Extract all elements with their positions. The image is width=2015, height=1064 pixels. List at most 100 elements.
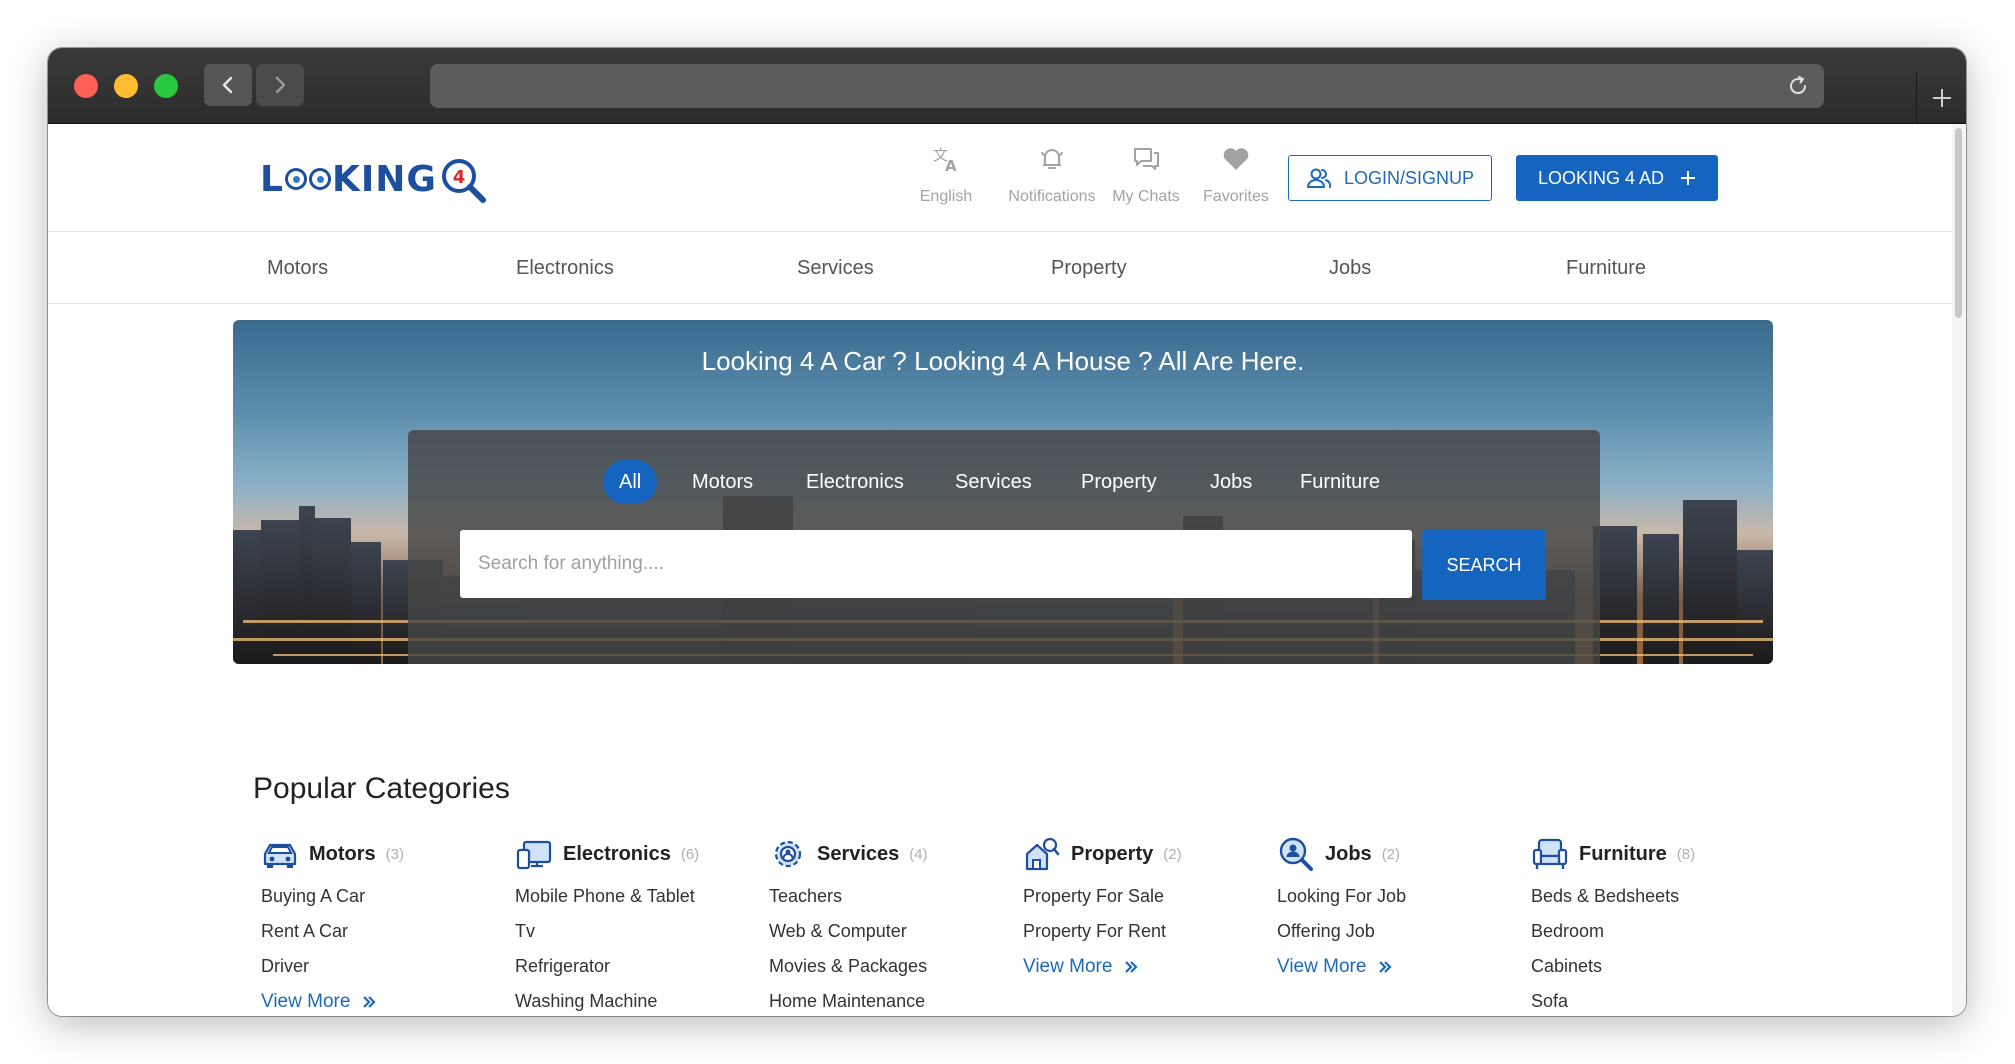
subcategory-link[interactable]: Mobile Phone & Tablet xyxy=(515,886,745,907)
nav-item-jobs[interactable]: Jobs xyxy=(1329,232,1371,304)
subcategory-link[interactable]: Web & Computer xyxy=(769,921,999,942)
view-more-link[interactable]: View More xyxy=(1023,956,1253,978)
users-icon xyxy=(1306,168,1332,188)
subcategory-link[interactable]: Rent A Car xyxy=(261,921,491,942)
site-header: L KING 4 文A English Notifications My Cha… xyxy=(48,124,1952,232)
subcategory-link[interactable]: Cabinets xyxy=(1531,956,1761,977)
subcategory-link[interactable]: Offering Job xyxy=(1277,921,1507,942)
search-tab-electronics[interactable]: Electronics xyxy=(806,460,904,504)
category-header[interactable]: Motors (3) xyxy=(261,836,491,872)
double-chevron-right-icon xyxy=(363,996,376,1008)
category-name: Jobs xyxy=(1325,842,1372,865)
view-more-label: View More xyxy=(1277,956,1367,977)
browser-titlebar xyxy=(48,48,1966,124)
search-tab-all[interactable]: All xyxy=(603,460,658,504)
search-tab-property[interactable]: Property xyxy=(1081,460,1157,504)
category-column-jobs: Jobs (2) Looking For Job Offering Job Vi… xyxy=(1277,836,1507,978)
category-name: Property xyxy=(1071,842,1154,865)
view-more-link[interactable]: View More xyxy=(261,991,491,1013)
double-chevron-right-icon xyxy=(1379,961,1392,973)
search-tab-furniture[interactable]: Furniture xyxy=(1300,460,1380,504)
category-name: Motors xyxy=(309,842,376,865)
subcategory-link[interactable]: Bedroom xyxy=(1531,921,1761,942)
bell-icon xyxy=(1041,149,1063,169)
chevron-right-icon xyxy=(275,76,286,94)
logo-badge: 4 xyxy=(453,167,466,188)
page-scrollbar[interactable] xyxy=(1952,124,1966,1016)
chats-label: My Chats xyxy=(1112,188,1180,205)
notifications-link[interactable]: Notifications xyxy=(992,144,1112,206)
magnifier-logo-icon: 4 xyxy=(441,159,486,203)
category-column-electronics: Electronics (6) Mobile Phone & Tablet Tv… xyxy=(515,836,745,1016)
login-signup-label: LOGIN/SIGNUP xyxy=(1343,167,1475,188)
subcategory-link[interactable]: Looking For Job xyxy=(1277,886,1507,907)
forward-button[interactable] xyxy=(256,64,304,106)
translate-icon: 文A xyxy=(933,146,957,174)
category-count: (2) xyxy=(1381,845,1401,863)
maximize-window-button[interactable] xyxy=(154,74,178,98)
category-header[interactable]: Jobs (2) xyxy=(1277,836,1507,872)
site-logo[interactable]: L KING 4 xyxy=(260,154,489,204)
subcategory-link[interactable]: Tv xyxy=(515,921,745,942)
subcategory-link[interactable]: Movies & Packages xyxy=(769,956,999,977)
close-window-button[interactable] xyxy=(74,74,98,98)
search-tabs: All Motors Electronics Services Property… xyxy=(408,460,1600,504)
logo-eye-icon xyxy=(308,168,331,190)
nav-item-motors[interactable]: Motors xyxy=(267,232,328,304)
nav-item-property[interactable]: Property xyxy=(1051,232,1127,304)
subcategory-link[interactable]: Buying A Car xyxy=(261,886,491,907)
chats-link[interactable]: My Chats xyxy=(1096,144,1196,206)
post-ad-label: LOOKING 4 AD xyxy=(1537,167,1665,188)
category-header[interactable]: Furniture (8) xyxy=(1531,836,1761,872)
search-tab-jobs[interactable]: Jobs xyxy=(1210,460,1252,504)
login-signup-button[interactable]: LOGIN/SIGNUP xyxy=(1288,155,1492,201)
notifications-label: Notifications xyxy=(1008,188,1096,205)
hero-title: Looking 4 A Car ? Looking 4 A House ? Al… xyxy=(701,346,1305,376)
minimize-window-button[interactable] xyxy=(114,74,138,98)
logo-text: L xyxy=(260,158,284,200)
category-header[interactable]: Electronics (6) xyxy=(515,836,745,872)
address-bar[interactable] xyxy=(430,64,1824,108)
favorites-link[interactable]: Favorites xyxy=(1186,144,1286,206)
scrollbar-thumb[interactable] xyxy=(1955,128,1962,318)
favorites-label: Favorites xyxy=(1203,188,1269,205)
subcategory-link[interactable]: Sofa xyxy=(1531,991,1761,1012)
category-count: (2) xyxy=(1163,845,1182,863)
subcategory-link[interactable]: Driver xyxy=(261,956,491,977)
subcategory-link[interactable]: Property For Rent xyxy=(1023,921,1253,942)
category-header[interactable]: Services (4) xyxy=(769,836,999,872)
double-chevron-right-icon xyxy=(1125,961,1138,973)
view-more-link[interactable]: View More xyxy=(1277,956,1507,978)
search-tab-motors[interactable]: Motors xyxy=(692,460,753,504)
armchair-icon xyxy=(1532,838,1568,869)
category-header[interactable]: Property (2) xyxy=(1023,836,1253,872)
subcategory-link[interactable]: Property For Sale xyxy=(1023,886,1253,907)
nav-item-electronics[interactable]: Electronics xyxy=(516,232,614,304)
plus-icon xyxy=(1681,171,1696,185)
language-selector[interactable]: 文A English xyxy=(896,144,996,206)
category-column-services: Services (4) Teachers Web & Computer Mov… xyxy=(769,836,999,1016)
nav-item-services[interactable]: Services xyxy=(797,232,874,304)
subcategory-link[interactable]: Teachers xyxy=(769,886,999,907)
search-button[interactable]: SEARCH xyxy=(1422,530,1546,600)
back-button[interactable] xyxy=(204,64,252,106)
subcategory-link[interactable]: Home Maintenance xyxy=(769,991,999,1012)
subcategory-link[interactable]: Beds & Bedsheets xyxy=(1531,886,1761,907)
house-search-icon xyxy=(1025,837,1060,871)
hero-banner: Looking 4 A Car ? Looking 4 A House ? Al… xyxy=(233,320,1773,664)
search-tab-services[interactable]: Services xyxy=(955,460,1032,504)
page: L KING 4 文A English Notifications My Cha… xyxy=(48,124,1952,1016)
category-nav: Motors Electronics Services Property Job… xyxy=(48,232,1952,304)
nav-item-furniture[interactable]: Furniture xyxy=(1566,232,1646,304)
subcategory-link[interactable]: Washing Machine xyxy=(515,991,745,1012)
category-count: (6) xyxy=(680,845,700,863)
category-name: Services xyxy=(817,842,900,865)
search-input[interactable] xyxy=(460,530,1412,598)
gear-icon xyxy=(774,840,802,868)
subcategory-link[interactable]: Refrigerator xyxy=(515,956,745,977)
logo-text: KING xyxy=(331,158,437,200)
chevron-left-icon xyxy=(222,76,233,94)
new-tab-button[interactable] xyxy=(1916,72,1966,124)
reload-icon[interactable] xyxy=(1786,74,1810,98)
post-ad-button[interactable]: LOOKING 4 AD xyxy=(1516,155,1718,201)
